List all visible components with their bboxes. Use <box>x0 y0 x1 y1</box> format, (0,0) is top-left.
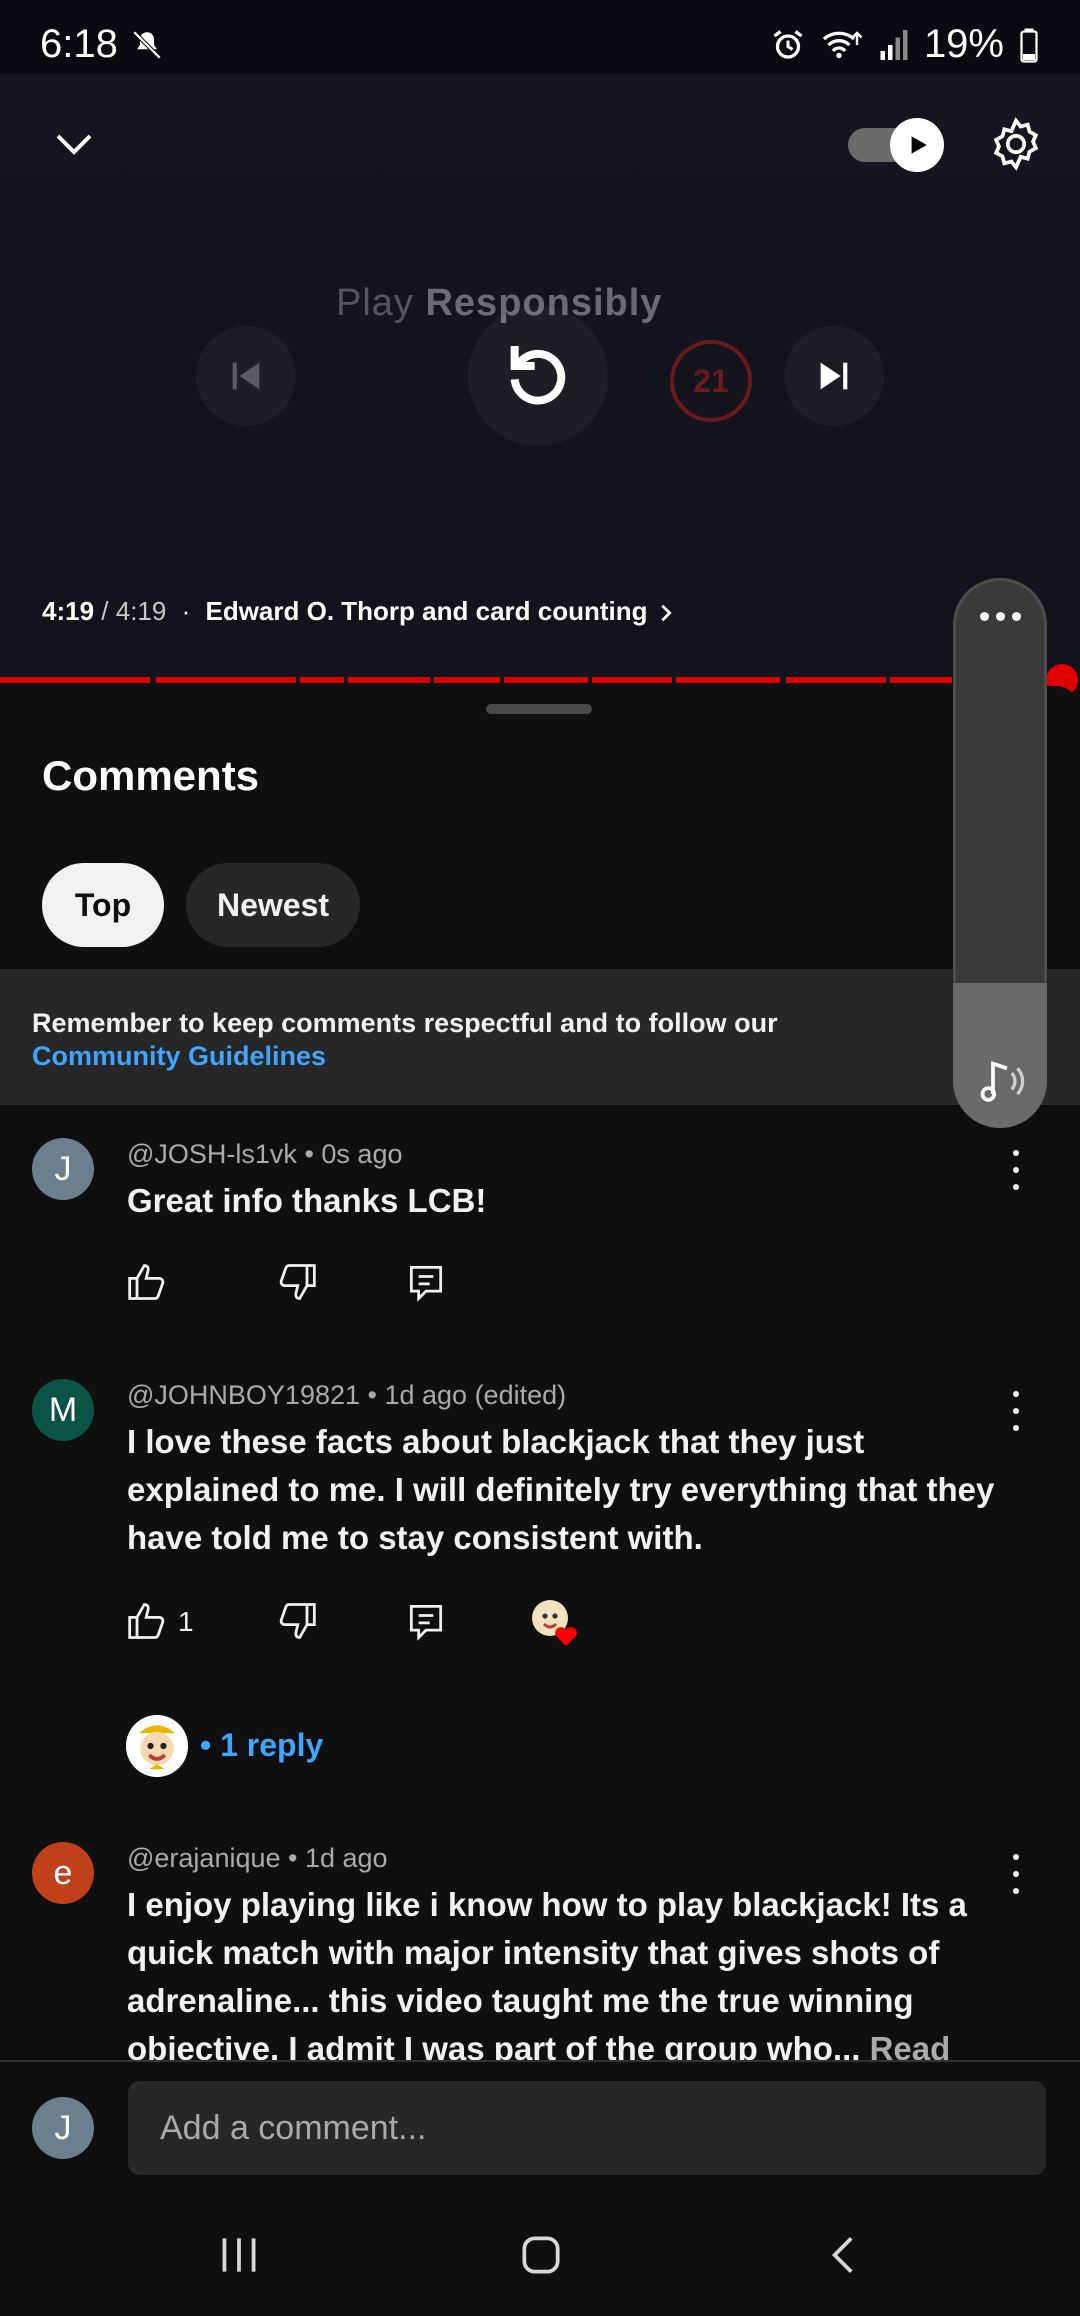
avatar[interactable]: e <box>32 1842 94 1904</box>
comment-time: 1d ago <box>304 1843 388 1873</box>
user-avatar[interactable]: J <box>32 2097 94 2159</box>
play-icon <box>890 118 944 172</box>
wifi-icon <box>822 30 863 58</box>
comment-meta: @erajanique • 1d ago <box>127 1843 388 1873</box>
back-icon[interactable] <box>820 2230 870 2280</box>
settings-gear-icon[interactable] <box>988 116 1044 177</box>
replay-icon <box>510 346 566 405</box>
like-count: 1 <box>178 1606 194 1637</box>
view-replies-link[interactable]: • 1 reply <box>200 1727 323 1764</box>
chevron-right-icon <box>655 596 677 626</box>
collapse-chevron-icon[interactable] <box>50 120 98 173</box>
avatar[interactable]: M <box>32 1379 94 1441</box>
comment-author[interactable]: @JOSH-ls1vk <box>127 1139 297 1169</box>
comment-text: Great info thanks LCB! <box>127 1182 487 1219</box>
comment-menu-icon[interactable] <box>1001 1854 1031 1894</box>
skip-next-icon <box>820 362 848 390</box>
skip-previous-icon <box>232 362 260 390</box>
comment-time: 1d ago (edited) <box>384 1380 567 1410</box>
recent-apps-icon[interactable] <box>214 2230 264 2280</box>
creator-avatar <box>126 1715 188 1777</box>
comments-title: Comments <box>42 752 260 799</box>
community-guidelines-link[interactable]: Community Guidelines <box>32 1041 326 1071</box>
creator-heart-icon <box>530 1598 578 1646</box>
comment-time: 0s ago <box>321 1139 403 1169</box>
more-options-icon[interactable] <box>953 612 1047 621</box>
avatar[interactable]: J <box>32 1138 94 1200</box>
comment-menu-icon[interactable] <box>1001 1150 1031 1190</box>
banner-text: Remember to keep comments respectful and… <box>32 1008 778 1038</box>
guidelines-banner: Remember to keep comments respectful and… <box>0 969 1080 1105</box>
comment-text: I enjoy playing like i know how to play … <box>127 1886 967 2060</box>
time-total: 4:19 <box>115 596 167 626</box>
watermark-text: Play <box>336 282 426 324</box>
age-21-badge: 21 <box>670 340 752 422</box>
status-bar: 6:18 19% <box>0 0 1080 74</box>
thumbs-down-icon[interactable] <box>274 1260 318 1304</box>
comment-menu-icon[interactable] <box>1001 1391 1031 1431</box>
status-icons: 19% <box>770 22 1040 67</box>
previous-button[interactable] <box>196 326 296 426</box>
alarm-icon <box>773 29 803 59</box>
thumbs-down-icon[interactable] <box>274 1599 318 1643</box>
floating-volume-panel[interactable] <box>953 578 1047 1128</box>
time-current: 4:19 <box>42 596 95 626</box>
system-navigation-bar <box>0 2202 1080 2316</box>
age-badge-text: 21 <box>693 362 729 399</box>
time-and-chapter[interactable]: 4:19 / 4:19 · Edward O. Thorp and card c… <box>42 596 677 627</box>
chapter-title: Edward O. Thorp and card counting <box>205 596 648 626</box>
status-time: 6:18 <box>40 22 118 66</box>
music-volume-icon <box>980 1061 1025 1102</box>
tab-top[interactable]: Top <box>42 863 164 947</box>
thumbs-up-icon[interactable] <box>126 1260 170 1304</box>
replay-button[interactable] <box>468 306 608 446</box>
comment-meta: @JOSH-ls1vk • 0s ago <box>127 1139 403 1169</box>
comment-text: I love these facts about blackjack that … <box>127 1423 995 1556</box>
add-comment-placeholder: Add a comment... <box>160 2109 427 2147</box>
home-icon[interactable] <box>516 2230 566 2280</box>
next-button[interactable] <box>784 326 884 426</box>
signal-icon <box>880 29 908 60</box>
battery-icon <box>1020 28 1038 63</box>
reply-icon[interactable] <box>404 1260 448 1304</box>
comment-author[interactable]: @erajanique <box>127 1843 281 1873</box>
tab-newest[interactable]: Newest <box>186 863 360 947</box>
comment-meta: @JOHNBOY19821 • 1d ago (edited) <box>127 1380 567 1410</box>
comment-text-clip: I enjoy playing like i know how to play … <box>127 1881 1007 2060</box>
reply-icon[interactable] <box>404 1599 448 1643</box>
add-comment-input[interactable]: Add a comment... <box>128 2081 1046 2175</box>
comment-author[interactable]: @JOHNBOY19821 <box>127 1380 360 1410</box>
autoplay-toggle[interactable] <box>848 118 944 172</box>
battery-percent: 19% <box>923 22 1004 66</box>
mute-icon <box>130 28 164 67</box>
drag-handle[interactable] <box>486 704 592 714</box>
thumbs-up-icon[interactable] <box>126 1599 170 1643</box>
